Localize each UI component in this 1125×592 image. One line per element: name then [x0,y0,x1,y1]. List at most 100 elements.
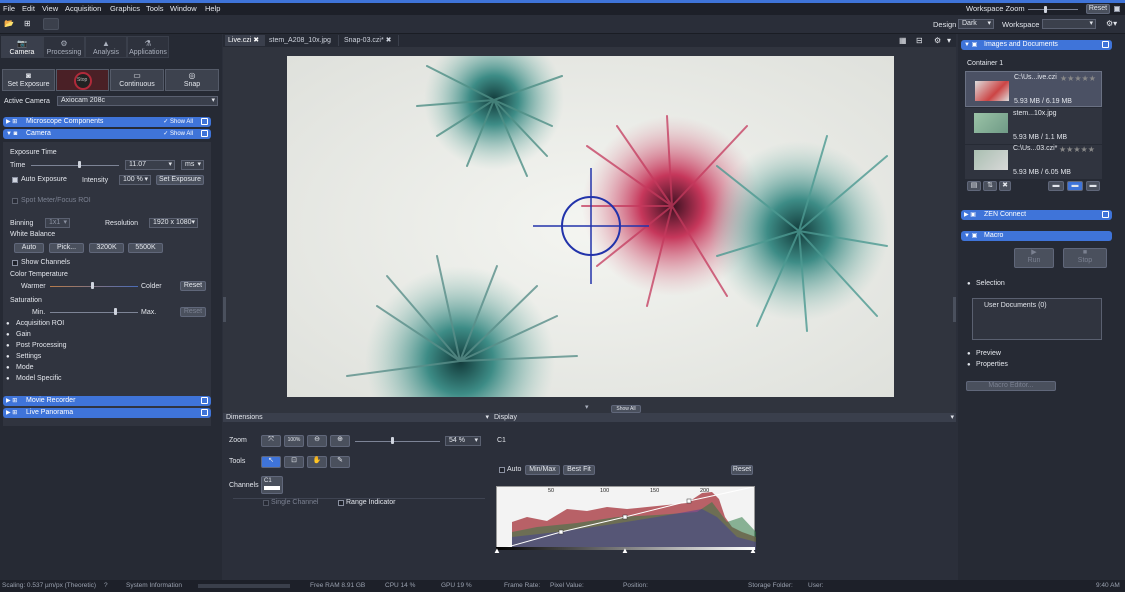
curve-node[interactable] [686,498,692,504]
tab-processing[interactable]: ⚙ Processing [43,36,85,58]
macro-run-button[interactable]: ▶ Run [1014,248,1054,268]
tab-camera[interactable]: 📷 Camera [1,36,43,58]
mode-group[interactable]: Mode [16,364,34,371]
saturation-slider[interactable] [50,312,138,313]
resolution-dropdown[interactable]: 1920 x 1080 [149,218,198,228]
image-entry[interactable]: C:\Us...03.czi* ★★★★★ 5.93 MB / 6.05 MB [965,145,1102,179]
roi-tool-icon[interactable]: ⊡ [284,456,304,468]
zoom-slider-knob[interactable] [391,437,394,444]
menu-view[interactable]: View [42,4,58,13]
user-documents-list[interactable]: User Documents (0) [972,298,1102,340]
snap-button[interactable]: ◎ Snap [165,69,219,91]
best-fit-button[interactable]: Best Fit [563,465,595,475]
menu-window[interactable]: Window [170,4,197,13]
menu-graphics[interactable]: Graphics [110,4,140,13]
settings-group[interactable]: Settings [16,353,41,360]
list-view-icon[interactable]: ▤ [967,181,981,191]
expand-arrow-icon[interactable]: ● [6,332,10,338]
binning-dropdown[interactable]: 1x1 [45,218,70,228]
zoom-slider[interactable] [355,441,440,442]
wb-3200k-button[interactable]: 3200K [89,243,124,253]
live-panorama-section[interactable]: ▶ ⊞ Live Panorama [3,408,211,418]
movie-recorder-section[interactable]: ▶ ⊞ Movie Recorder [3,396,211,406]
sort-icon[interactable]: ⇅ [983,181,997,191]
tab-applications[interactable]: ⚗ Applications [127,36,169,58]
spot-meter-checkbox[interactable] [12,198,18,204]
properties-label[interactable]: Properties [976,361,1008,368]
black-point-handle-icon[interactable]: ▲ [493,546,501,555]
zoom-in-icon[interactable]: ⊕ [330,435,350,447]
menu-help[interactable]: Help [205,4,220,13]
close-icon[interactable]: ✖ [386,37,392,44]
rating-stars-icon[interactable]: ★★★★★ [1060,74,1096,83]
workspace-zoom-knob[interactable] [1044,6,1047,13]
set-exposure-small-button[interactable]: Set Exposure [156,175,204,185]
popout-icon[interactable] [1102,41,1109,48]
tab-live-czi[interactable]: Live.czi ✖ [225,35,265,46]
menu-edit[interactable]: Edit [22,4,35,13]
zoom-out-icon[interactable]: ⊖ [307,435,327,447]
macro-editor-button[interactable]: Macro Editor... [966,381,1056,391]
wb-5500k-button[interactable]: 5500K [128,243,163,253]
view-small-icon[interactable]: ▬ [1048,181,1064,191]
curve-node[interactable] [622,514,628,520]
saturation-knob[interactable] [114,308,117,315]
help-icon[interactable]: ? [104,582,108,589]
workspace-zoom-checkbox[interactable] [1114,6,1120,12]
expand-arrow-icon[interactable]: ● [6,376,10,382]
close-all-icon[interactable]: ✖ [999,181,1011,191]
curve-node[interactable] [558,529,564,535]
tab-analysis[interactable]: ▲ Analysis [85,36,127,58]
wb-pick-button[interactable]: Pick... [49,243,84,253]
workspace-zoom-reset-button[interactable]: Reset [1086,4,1110,14]
popout-icon[interactable] [201,130,208,137]
single-channel-checkbox[interactable] [263,500,269,506]
expand-arrow-icon[interactable]: ● [967,351,971,357]
stop-live-button[interactable]: Stop [56,69,109,91]
tab-stem-jpg[interactable]: stem_A208_10x.jpg ✖ [266,35,339,55]
white-point-handle-icon[interactable]: ▲ [749,546,757,555]
settings-gear-icon[interactable]: ⚙▾ [1106,19,1117,28]
zoom-fit-icon[interactable]: ⤧ [261,435,281,447]
draw-tool-icon[interactable]: ✎ [330,456,350,468]
design-dropdown[interactable]: Dark [958,19,994,29]
collapse-handle-icon[interactable]: ▾ [585,403,589,411]
workspace-zoom-slider[interactable] [1028,9,1078,10]
expand-arrow-icon[interactable]: ● [967,362,971,368]
continuous-button[interactable]: ▭ Continuous [110,69,164,91]
expand-arrow-icon[interactable]: ● [6,365,10,371]
wb-auto-button[interactable]: Auto [14,243,44,253]
view-large-icon[interactable]: ▬ [1086,181,1100,191]
channel-c1-button[interactable]: C1 [261,476,283,494]
left-panel-handle[interactable] [223,297,226,322]
panel-menu-icon[interactable]: ▾ [950,413,954,422]
time-unit-dropdown[interactable]: ms [181,160,204,170]
open-folder-icon[interactable]: 📂 [4,19,14,28]
menu-file[interactable]: File [3,4,15,13]
system-info-status[interactable]: System Information [126,582,182,589]
menu-acquisition[interactable]: Acquisition [65,4,101,13]
close-icon[interactable]: ✖ [253,37,259,44]
grid-view-icon[interactable]: ▦ [899,36,907,45]
auto-display-checkbox[interactable] [499,467,505,473]
rating-stars-icon[interactable]: ★★★★★ [1059,145,1095,154]
zoom-100-icon[interactable]: 100% [284,435,304,447]
images-documents-section[interactable]: ▼ ▣ Images and Documents [961,40,1112,50]
time-slider-knob[interactable] [78,161,81,168]
range-indicator-checkbox[interactable] [338,500,344,506]
microscope-components-section[interactable]: ▶ ⊞ Microscope Components ✓ Show All [3,117,211,127]
expand-arrow-icon[interactable]: ● [6,321,10,327]
show-all-toggle[interactable]: ✓ Show All [163,129,193,139]
minimize-panel-button[interactable] [43,18,59,30]
gamma-handle-icon[interactable]: ▲ [621,546,629,555]
image-entry[interactable]: C:\Us...ive.czi ★★★★★ 5.93 MB / 6.19 MB [965,71,1102,107]
user-documents-item[interactable]: User Documents (0) [984,302,1047,309]
display-reset-button[interactable]: Reset [731,465,753,475]
acquisition-roi-group[interactable]: Acquisition ROI [16,320,64,327]
gain-group[interactable]: Gain [16,331,31,338]
show-all-toggle[interactable]: ✓ Show All [163,117,193,127]
macro-section[interactable]: ▼ ▣ Macro [961,231,1112,241]
time-slider[interactable] [31,165,119,166]
minmax-button[interactable]: Min/Max [525,465,560,475]
preview-label[interactable]: Preview [976,350,1001,357]
